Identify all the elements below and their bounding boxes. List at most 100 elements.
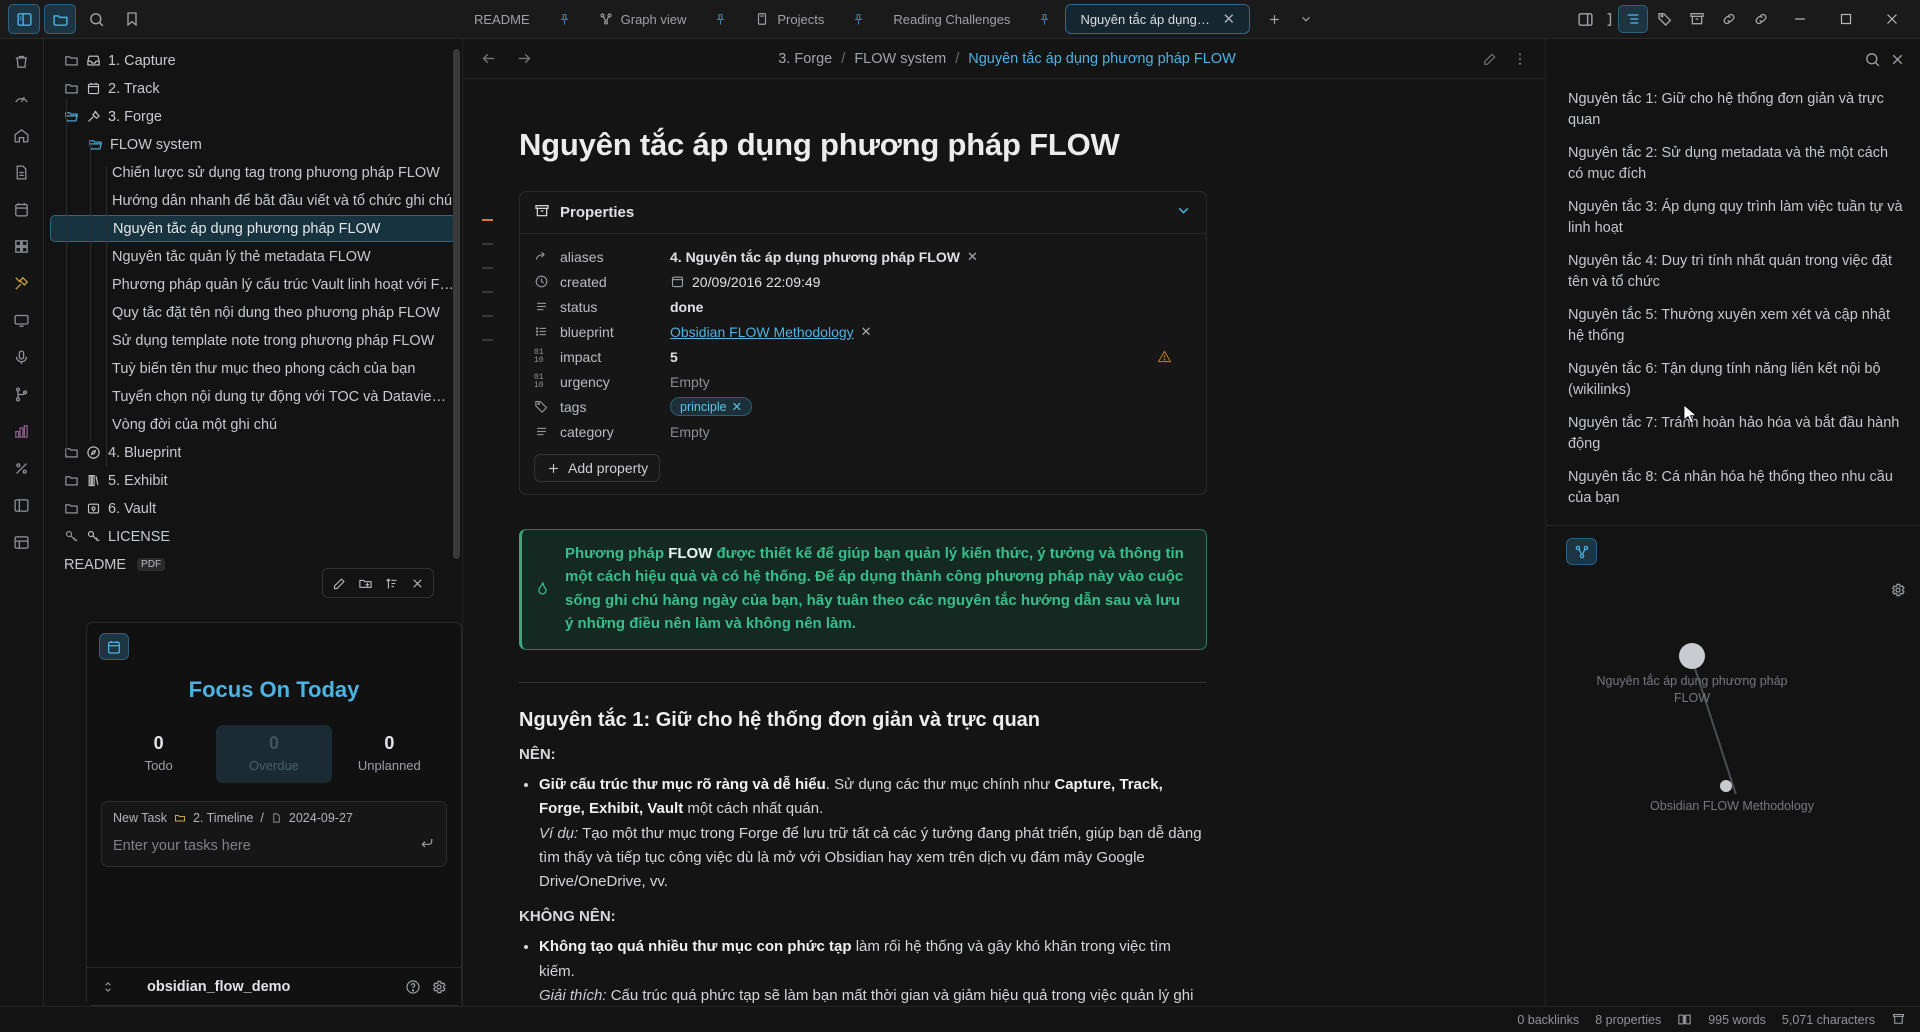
maximize-button[interactable] [1824, 0, 1868, 38]
tree-file[interactable]: Vòng đời của một ghi chú [50, 411, 456, 438]
focus-calendar-icon[interactable] [99, 633, 129, 660]
status-words[interactable]: 995 words [1708, 1013, 1766, 1027]
search-icon[interactable] [1864, 51, 1881, 68]
tree-file[interactable]: Chiến lược sử dụng tag trong phương pháp… [50, 159, 456, 186]
tree-file[interactable]: Quy tắc đặt tên nội dung theo phương phá… [50, 299, 456, 326]
property-value[interactable]: 4. Nguyên tắc áp dụng phương pháp FLOW✕ [670, 249, 978, 265]
tag-pill[interactable]: principle✕ [670, 397, 752, 416]
property-value[interactable]: 5 [670, 349, 678, 365]
property-row-aliases[interactable]: aliases4. Nguyên tắc áp dụng phương pháp… [534, 244, 1192, 269]
home-icon[interactable] [8, 121, 36, 149]
git-icon[interactable] [8, 380, 36, 408]
toggle-right-sidebar-button[interactable] [1570, 5, 1600, 33]
focus-stat-overdue[interactable]: 0Overdue [216, 725, 331, 783]
tree-folder[interactable]: 1. Capture [50, 47, 456, 74]
layout-icon[interactable] [8, 491, 36, 519]
help-icon[interactable] [405, 979, 421, 995]
close-icon[interactable] [1889, 51, 1906, 68]
tree-folder[interactable]: 3. Forge [50, 103, 456, 130]
property-row-blueprint[interactable]: blueprintObsidian FLOW Methodology✕ [534, 319, 1192, 344]
outline-item[interactable]: Nguyên tắc 6: Tận dụng tính năng liên kế… [1568, 353, 1904, 407]
focus-stat-todo[interactable]: 0Todo [101, 725, 216, 783]
tree-folder[interactable]: 6. Vault [50, 495, 456, 522]
breadcrumb-item-2[interactable]: Nguyên tắc áp dụng phương pháp FLOW [968, 51, 1236, 67]
property-value[interactable]: done [670, 299, 703, 315]
property-value[interactable]: Obsidian FLOW Methodology ✕ [670, 324, 872, 340]
link-button[interactable] [1714, 5, 1744, 33]
property-row-urgency[interactable]: 0110urgencyEmpty [534, 369, 1192, 394]
table-icon[interactable] [8, 528, 36, 556]
calendar-icon[interactable] [8, 195, 36, 223]
back-button[interactable] [475, 46, 501, 72]
tree-folder[interactable]: FLOW system [50, 131, 456, 158]
toggle-left-sidebar-button[interactable] [8, 4, 40, 34]
minimize-button[interactable] [1778, 0, 1822, 38]
property-row-status[interactable]: statusdone [534, 294, 1192, 319]
property-value[interactable]: Empty [670, 424, 710, 440]
archive-icon[interactable] [1891, 1012, 1906, 1027]
focus-stat-unplanned[interactable]: 0Unplanned [332, 725, 447, 783]
enter-icon[interactable] [419, 835, 435, 856]
file-explorer-scrollbar[interactable] [453, 49, 460, 559]
monitor-icon[interactable] [8, 306, 36, 334]
percent-icon[interactable] [8, 454, 36, 482]
tree-file[interactable]: Sử dụng template note trong phương pháp … [50, 327, 456, 354]
new-note-icon[interactable] [327, 572, 351, 594]
settings-icon[interactable] [431, 979, 447, 995]
remove-icon[interactable]: ✕ [732, 399, 742, 414]
tab-readme[interactable]: README [460, 4, 544, 34]
graph-icon[interactable] [1566, 538, 1597, 565]
task-input[interactable] [113, 838, 419, 854]
property-row-tags[interactable]: tagsprinciple✕ [534, 394, 1192, 419]
close-icon[interactable]: ✕ [1222, 12, 1235, 27]
properties-header[interactable]: Properties [520, 192, 1206, 234]
tree-file[interactable]: Nguyên tắc áp dụng phương pháp FLOW [50, 215, 456, 242]
tab-projects[interactable]: Projects [741, 4, 838, 34]
task-date[interactable]: 2024-09-27 [289, 811, 353, 825]
files-button[interactable] [44, 4, 76, 34]
file-text-icon[interactable] [8, 158, 36, 186]
status-properties[interactable]: 8 properties [1595, 1013, 1661, 1027]
task-folder[interactable]: 2. Timeline [193, 811, 253, 825]
outline-button[interactable] [1618, 5, 1648, 33]
outline-item[interactable]: Nguyên tắc 2: Sử dụng metadata và thẻ mộ… [1568, 137, 1904, 191]
chevron-down-icon[interactable] [1175, 202, 1192, 223]
edit-icon[interactable] [1477, 46, 1503, 72]
property-value[interactable]: 20/09/2016 22:09:49 [670, 274, 820, 290]
status-characters[interactable]: 5,071 characters [1782, 1013, 1875, 1027]
tree-file[interactable]: LICENSE [50, 523, 456, 550]
archive-button[interactable] [1682, 5, 1712, 33]
add-property-button[interactable]: Add property [534, 454, 660, 482]
tab-reading-challenges[interactable]: Reading Challenges [879, 4, 1024, 34]
tree-folder[interactable]: 2. Track [50, 75, 456, 102]
property-link[interactable]: Obsidian FLOW Methodology [670, 324, 854, 340]
gear-icon[interactable] [1890, 582, 1906, 603]
property-row-created[interactable]: created20/09/2016 22:09:49 [534, 269, 1192, 294]
links-button[interactable] [1746, 5, 1776, 33]
property-row-impact[interactable]: 0110impact5 [534, 344, 1192, 369]
tree-file[interactable]: Phương pháp quản lý cấu trúc Vault linh … [50, 271, 456, 298]
search-button[interactable] [80, 4, 112, 34]
tab-list-button[interactable] [1290, 4, 1322, 34]
breadcrumb-item-0[interactable]: 3. Forge [778, 51, 832, 67]
gauge-icon[interactable] [8, 84, 36, 112]
outline-item[interactable]: Nguyên tắc 3: Áp dụng quy trình làm việc… [1568, 191, 1904, 245]
outline-item[interactable]: Nguyên tắc 7: Tránh hoàn hảo hóa và bắt … [1568, 407, 1904, 461]
outline-item[interactable]: Nguyên tắc 5: Thường xuyên xem xét và cậ… [1568, 299, 1904, 353]
tab-graph-view[interactable]: Graph view [585, 4, 701, 34]
tree-folder[interactable]: 4. Blueprint [50, 439, 456, 466]
remove-icon[interactable]: ✕ [861, 324, 872, 340]
tree-file[interactable]: Tuỳ biến tên thư mục theo phong cách của… [50, 355, 456, 382]
bookmark-button[interactable] [116, 4, 148, 34]
graph-node-secondary[interactable] [1720, 780, 1732, 792]
new-tab-button[interactable] [1258, 4, 1290, 34]
graph-node-primary[interactable] [1679, 643, 1705, 669]
trash-icon[interactable] [8, 47, 36, 75]
more-options-icon[interactable] [1507, 46, 1533, 72]
outline-item[interactable]: Nguyên tắc 8: Cá nhân hóa hệ thống theo … [1568, 461, 1904, 515]
status-backlinks[interactable]: 0 backlinks [1517, 1013, 1579, 1027]
tree-file[interactable]: Tuyển chọn nội dung tự động với TOC và D… [50, 383, 456, 410]
breadcrumb-item-1[interactable]: FLOW system [854, 51, 946, 67]
split-icon[interactable] [1602, 5, 1616, 33]
tools-icon[interactable] [8, 269, 36, 297]
